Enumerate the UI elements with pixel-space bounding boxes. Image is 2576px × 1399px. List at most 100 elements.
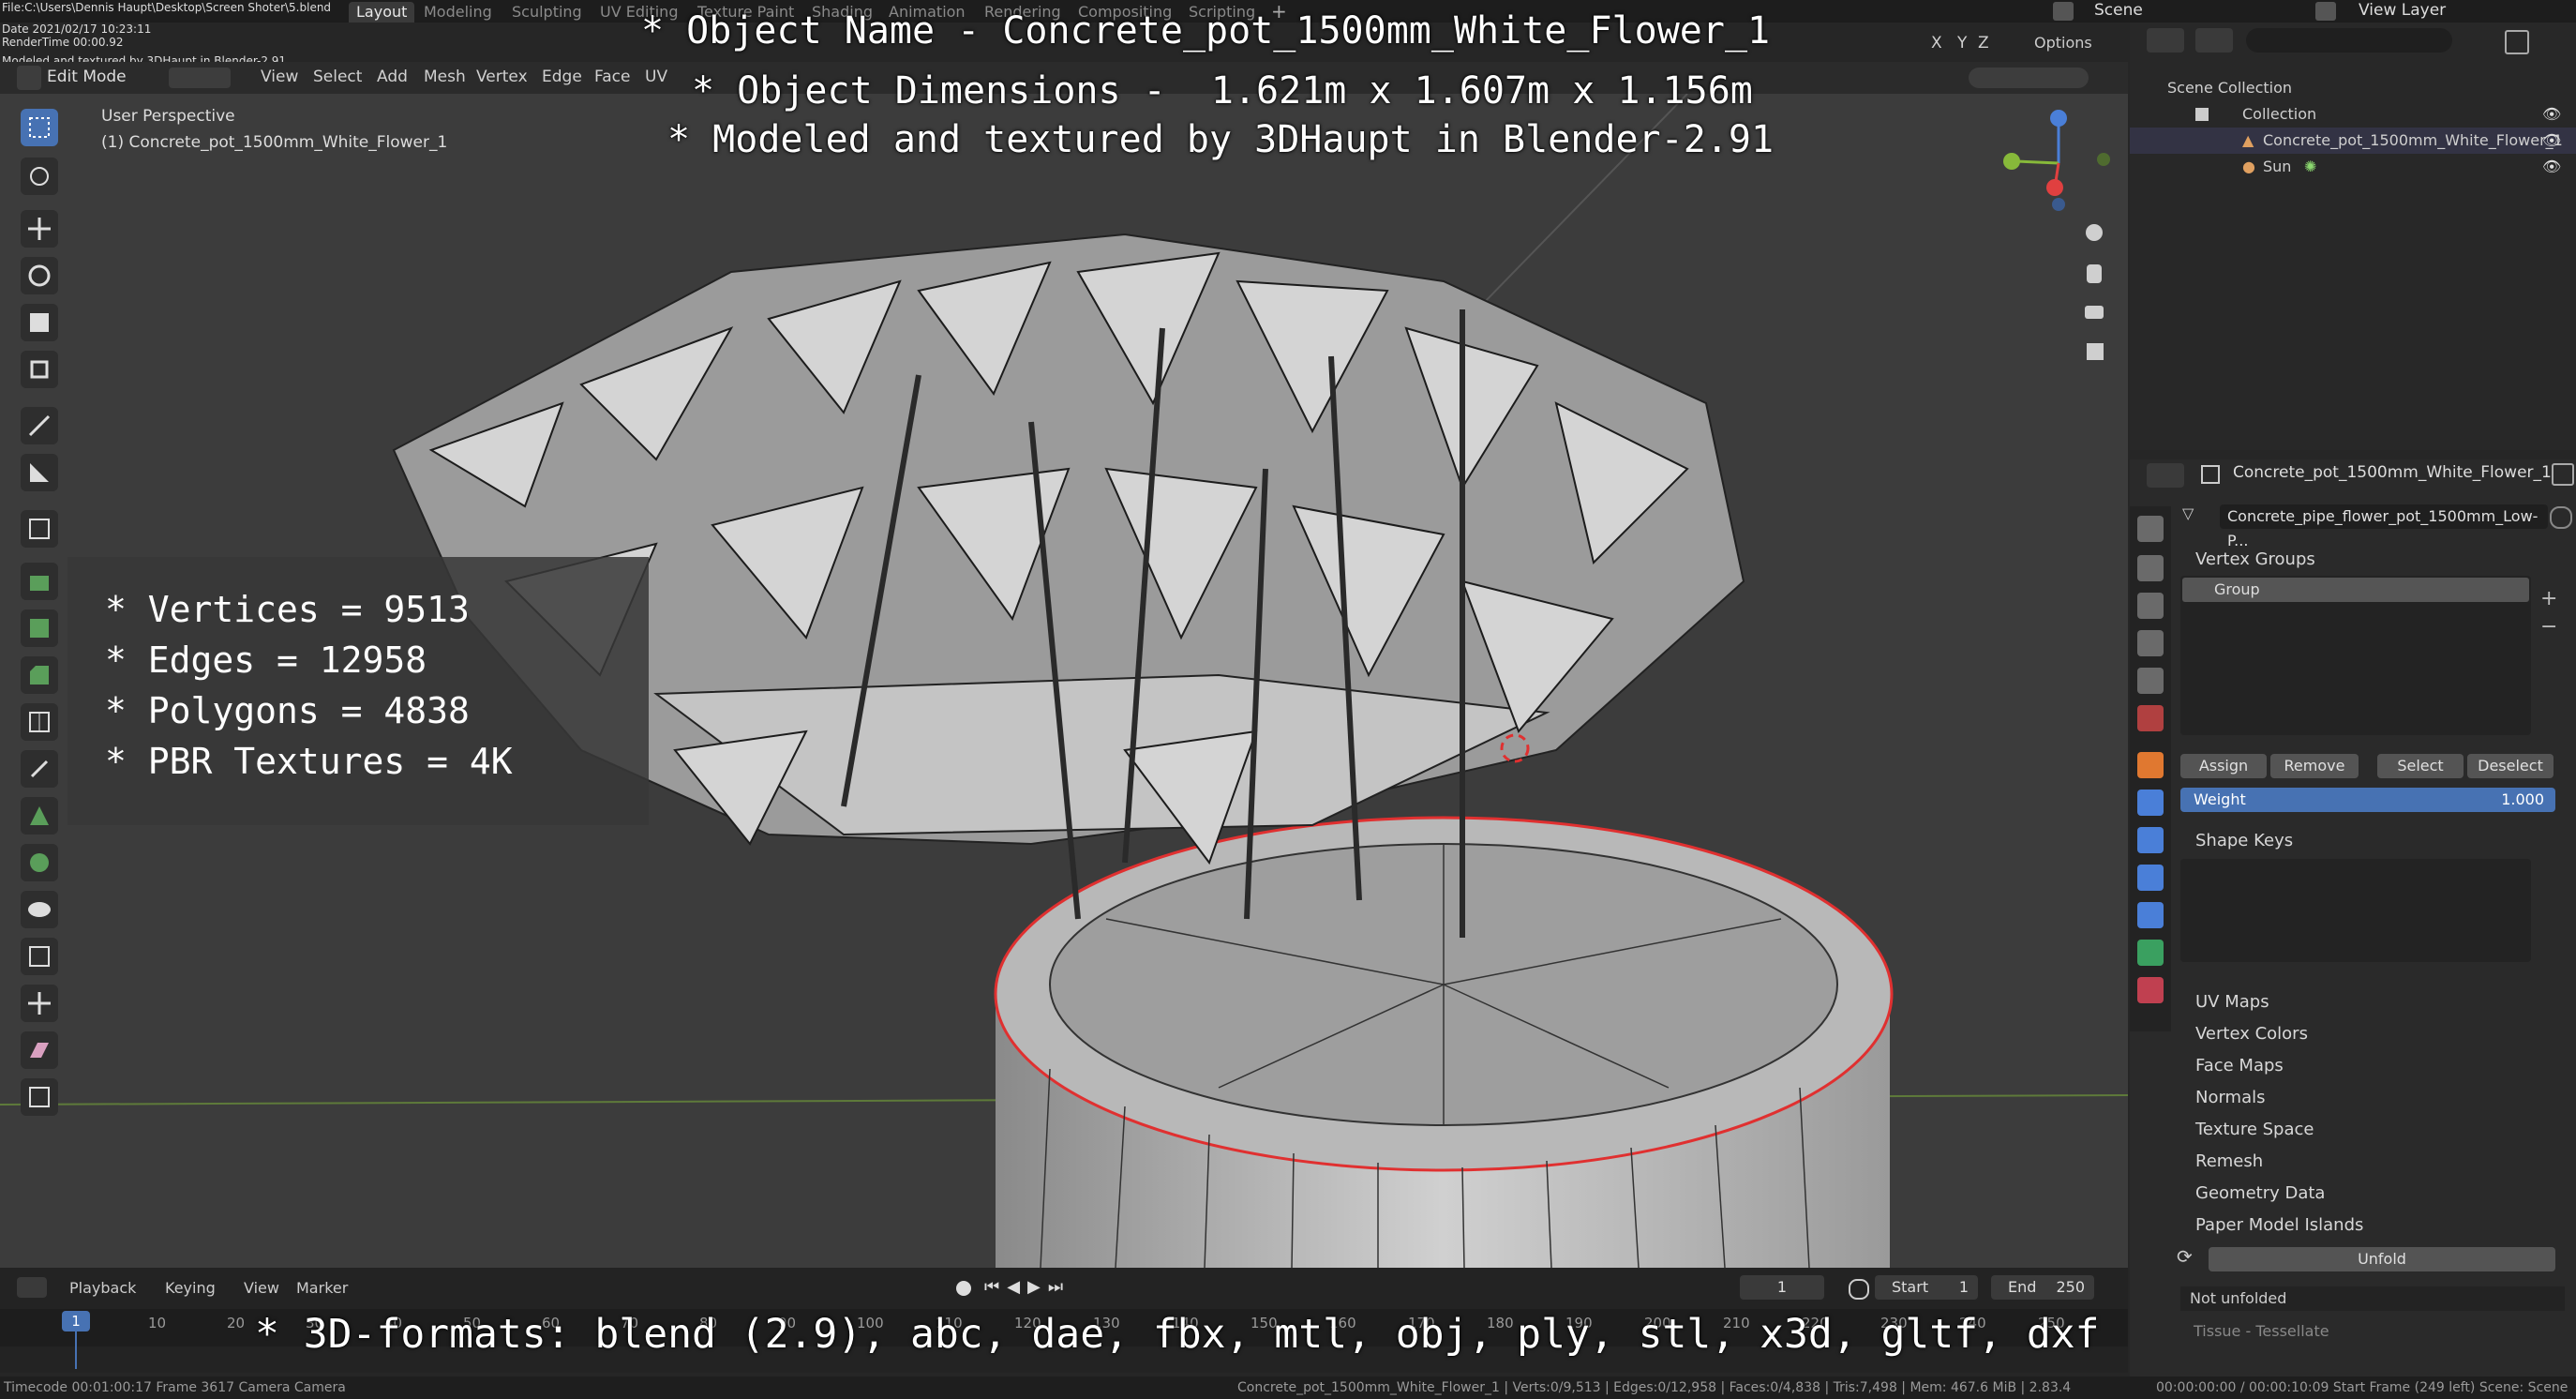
vertex-colors-header[interactable]: Vertex Colors (2195, 1024, 2308, 1044)
options-dropdown[interactable]: Options (2034, 34, 2092, 52)
shape-keys-header[interactable]: Shape Keys (2195, 831, 2293, 850)
start-frame-field[interactable]: Start 1 (1875, 1275, 1978, 1300)
fake-user-icon[interactable] (2550, 506, 2572, 529)
outliner-collection-row[interactable]: Collection 👁 (2130, 101, 2576, 128)
scene-tab-icon[interactable] (2137, 668, 2164, 694)
scene-name[interactable]: Scene (2094, 0, 2143, 21)
menu-view[interactable]: View (261, 68, 298, 86)
filter-icon[interactable] (2505, 30, 2529, 54)
checkbox-icon[interactable] (2195, 108, 2209, 121)
remesh-header[interactable]: Remesh (2195, 1151, 2263, 1171)
outliner-sun-row[interactable]: ● Sun ✺ 👁 (2130, 154, 2576, 180)
cursor-tool[interactable] (21, 158, 58, 195)
weight-slider[interactable]: Weight 1.000 (2180, 788, 2555, 812)
uv-maps-header[interactable]: UV Maps (2195, 992, 2269, 1012)
axis-z-toggle[interactable]: Z (1978, 34, 1989, 53)
render-tab-icon[interactable] (2137, 555, 2164, 581)
keying-menu[interactable]: Keying (165, 1279, 216, 1297)
geometry-data-header[interactable]: Geometry Data (2195, 1183, 2325, 1203)
eye-icon[interactable]: 👁 (2542, 154, 2561, 180)
mesh-data-tab-icon[interactable] (2137, 940, 2164, 966)
outliner-scene-collection[interactable]: Scene Collection (2130, 75, 2576, 101)
current-frame-field[interactable]: 1 (1740, 1275, 1824, 1300)
timeline-editor-icon[interactable] (17, 1277, 47, 1298)
paper-model-islands-header[interactable]: Paper Model Islands (2195, 1215, 2363, 1235)
view-nav-buttons[interactable] (2085, 224, 2104, 360)
remove-button[interactable]: Remove (2270, 754, 2359, 778)
annotate-tool[interactable] (21, 407, 58, 444)
knife-tool[interactable] (21, 750, 58, 788)
vertex-groups-header[interactable]: Vertex Groups (2195, 549, 2315, 569)
loop-cut-tool[interactable] (21, 703, 58, 741)
normals-header[interactable]: Normals (2195, 1088, 2266, 1107)
tab-layout[interactable]: Layout (349, 2, 415, 23)
mode-dropdown[interactable]: Edit Mode (47, 68, 127, 86)
navigation-gizmo[interactable] (2003, 110, 2110, 211)
tab-sculpting[interactable]: Sculpting (512, 2, 582, 23)
shape-keys-list[interactable] (2180, 859, 2531, 962)
outliner-search-input[interactable] (2246, 28, 2452, 53)
view-layer-tab-icon[interactable] (2137, 630, 2164, 656)
inset-tool[interactable] (21, 609, 58, 647)
display-mode-icon[interactable] (2195, 28, 2233, 53)
material-tab-icon[interactable] (2137, 977, 2164, 1003)
menu-mesh[interactable]: Mesh (424, 68, 466, 86)
tab-modeling[interactable]: Modeling (424, 2, 492, 23)
constraints-tab-icon[interactable] (2137, 902, 2164, 928)
eye-icon[interactable]: 👁 (2542, 101, 2561, 128)
pin-icon[interactable] (2552, 463, 2574, 486)
menu-edge[interactable]: Edge (542, 68, 582, 86)
menu-add[interactable]: Add (377, 68, 408, 86)
menu-vertex[interactable]: Vertex (476, 68, 528, 86)
object-tab-icon[interactable] (2137, 752, 2164, 778)
remove-vertex-group-icon[interactable]: − (2540, 615, 2557, 639)
unfold-button[interactable]: Unfold (2209, 1247, 2555, 1271)
rip-region-tool[interactable] (21, 1078, 58, 1116)
smooth-tool[interactable] (21, 891, 58, 928)
mesh-datablock-icon[interactable]: ▽ (2182, 504, 2214, 529)
playback-menu[interactable]: Playback (69, 1279, 136, 1297)
edge-slide-tool[interactable] (21, 938, 58, 975)
editor-type-icon[interactable] (17, 66, 41, 90)
menu-select[interactable]: Select (313, 68, 362, 86)
particles-tab-icon[interactable] (2137, 827, 2164, 853)
spin-tool[interactable] (21, 844, 58, 881)
world-tab-icon[interactable] (2137, 705, 2164, 731)
shear-tool[interactable] (21, 1031, 58, 1069)
marker-menu[interactable]: Marker (296, 1279, 348, 1297)
outliner-object-row[interactable]: ▲ Concrete_pot_1500mm_White_Flower_1 👁 (2130, 128, 2576, 154)
texture-space-header[interactable]: Texture Space (2195, 1120, 2314, 1139)
axis-x-toggle[interactable]: X (1931, 34, 1942, 53)
axis-y-toggle[interactable]: Y (1957, 34, 1967, 53)
eye-icon[interactable]: 👁 (2542, 128, 2561, 154)
add-cube-tool[interactable] (21, 510, 58, 548)
select-box-tool[interactable] (21, 109, 58, 146)
properties-editor-icon[interactable] (2147, 463, 2184, 488)
assign-button[interactable]: Assign (2180, 754, 2267, 778)
move-tool[interactable] (21, 210, 58, 248)
menu-face[interactable]: Face (594, 68, 630, 86)
scene-icon[interactable] (2053, 2, 2074, 21)
menu-uv[interactable]: UV (645, 68, 667, 86)
transform-tool[interactable] (21, 351, 58, 388)
view-layer-name[interactable]: View Layer (2359, 0, 2446, 21)
poly-build-tool[interactable] (21, 797, 58, 835)
playback-controls[interactable]: ⏮◀▶⏭ (984, 1277, 1071, 1297)
physics-tab-icon[interactable] (2137, 865, 2164, 891)
vertex-group-row[interactable]: Group (2182, 578, 2529, 602)
view-layer-icon[interactable] (2315, 2, 2336, 21)
modifier-tab-icon[interactable] (2137, 790, 2164, 816)
scale-tool[interactable] (21, 304, 58, 341)
outliner-editor-icon[interactable] (2147, 28, 2184, 53)
tool-tab-icon[interactable] (2137, 516, 2164, 542)
mesh-name-field[interactable]: Concrete_pipe_flower_pot_1500mm_Low-P... (2220, 504, 2548, 549)
shading-mode-buttons[interactable] (1969, 68, 2089, 88)
add-vertex-group-icon[interactable]: + (2540, 587, 2557, 610)
record-icon[interactable] (956, 1281, 971, 1296)
shrink-fatten-tool[interactable] (21, 985, 58, 1022)
select-button[interactable]: Select (2377, 754, 2464, 778)
face-maps-header[interactable]: Face Maps (2195, 1056, 2284, 1076)
measure-tool[interactable] (21, 454, 58, 491)
refresh-icon[interactable]: ⟳ (2177, 1245, 2203, 1271)
rotate-tool[interactable] (21, 257, 58, 294)
